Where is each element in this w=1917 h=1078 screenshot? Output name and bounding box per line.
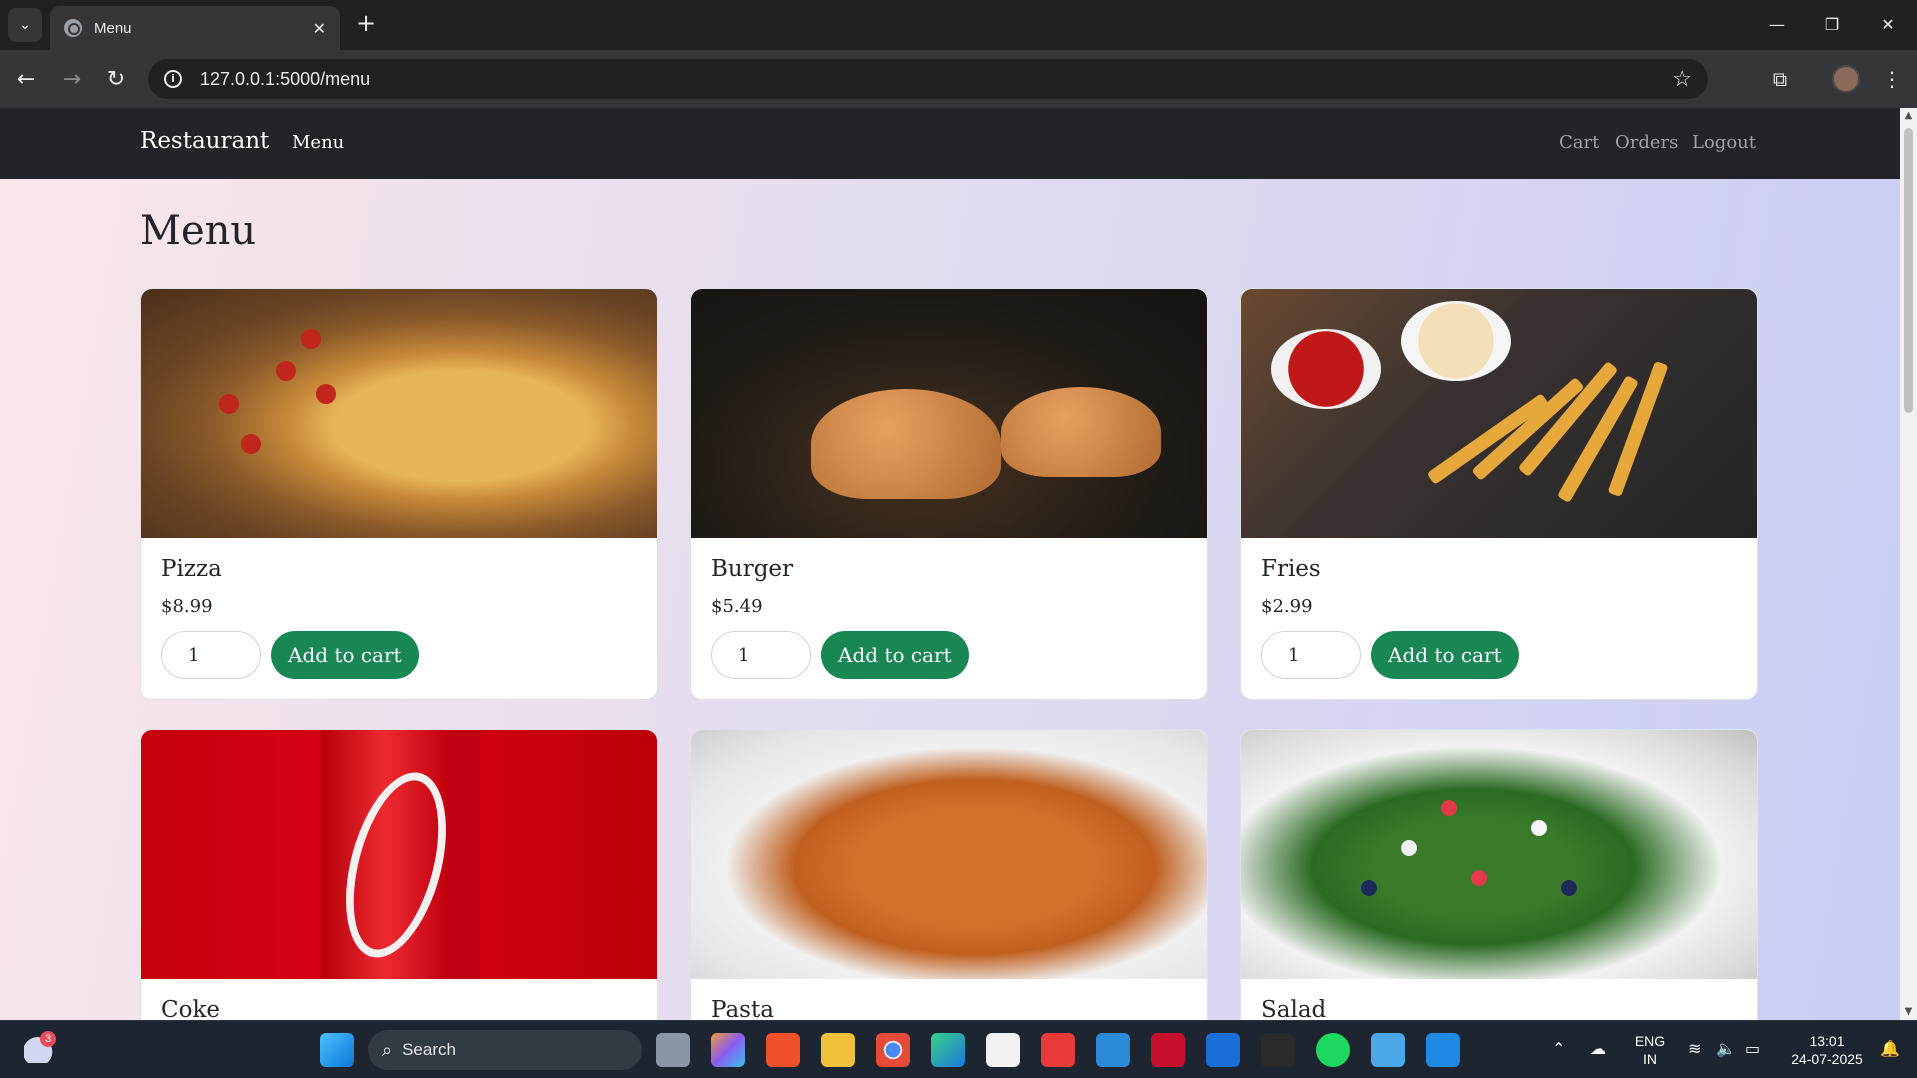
kebab-menu-icon[interactable]: ⋮	[1876, 63, 1908, 95]
salad-image	[1241, 730, 1757, 979]
microsoft-store-icon[interactable]	[986, 1033, 1020, 1067]
pasta-image	[691, 730, 1207, 979]
menu-card-salad: Salad	[1240, 729, 1758, 1020]
navbar-brand[interactable]: Restaurant	[140, 128, 269, 154]
new-tab-button[interactable]: +	[352, 10, 380, 38]
wifi-icon[interactable]: ≋	[1688, 1039, 1701, 1058]
tab-close-icon[interactable]: ✕	[313, 19, 326, 38]
region-code: IN	[1643, 1051, 1657, 1067]
item-name: Pasta	[711, 997, 774, 1020]
copilot-icon[interactable]	[711, 1033, 745, 1067]
weather-badge: 3	[40, 1031, 56, 1047]
clock[interactable]: 13:01 24-07-2025	[1782, 1032, 1872, 1068]
item-price: $8.99	[161, 596, 213, 617]
quantity-input[interactable]	[711, 631, 811, 679]
reload-icon[interactable]: ↻	[100, 63, 132, 95]
item-price: $5.49	[711, 596, 763, 617]
scroll-down-icon[interactable]: ▼	[1903, 1006, 1914, 1017]
scroll-up-icon[interactable]: ▲	[1903, 110, 1914, 121]
volume-icon[interactable]: 🔈	[1716, 1039, 1736, 1058]
file-explorer-icon[interactable]	[821, 1033, 855, 1067]
forward-arrow-icon[interactable]: →	[56, 63, 88, 95]
quantity-input[interactable]	[1261, 631, 1361, 679]
site-navbar: Restaurant Menu Cart Orders Logout	[0, 108, 1900, 179]
browser-tab-menu[interactable]: Menu ✕	[50, 6, 340, 50]
epic-games-icon[interactable]	[1261, 1033, 1295, 1067]
site-info-icon[interactable]: i	[164, 70, 182, 88]
browser-toolbar: ← → ↻ i 127.0.0.1:5000/menu ☆ ⧉ ⋮	[0, 50, 1917, 108]
notepad-icon[interactable]	[1371, 1033, 1405, 1067]
browser-tab-strip: ⌄ Menu ✕ + — ❐ ✕	[0, 0, 1917, 50]
quantity-input[interactable]	[161, 631, 261, 679]
task-view-icon[interactable]	[656, 1033, 690, 1067]
item-name: Burger	[711, 556, 794, 582]
menu-card-coke: Coke	[140, 729, 658, 1020]
minimize-icon[interactable]: —	[1757, 8, 1797, 40]
taskbar-search-box[interactable]: ⌕ Search	[368, 1030, 642, 1070]
scroll-thumb[interactable]	[1904, 128, 1913, 413]
address-bar[interactable]: i 127.0.0.1:5000/menu ☆	[148, 59, 1708, 99]
edge-icon[interactable]	[931, 1033, 965, 1067]
help-app-icon[interactable]	[1096, 1033, 1130, 1067]
nav-link-logout[interactable]: Logout	[1692, 132, 1756, 153]
battery-icon[interactable]: ▭	[1745, 1039, 1760, 1058]
nav-link-menu[interactable]: Menu	[292, 132, 344, 153]
item-name: Coke	[161, 997, 220, 1020]
windows-taskbar: 3 ⌕ Search ⌃ ☁ ENG IN ≋ 🔈 ▭ 13:01 24-07-…	[0, 1020, 1917, 1078]
menu-card-pasta: Pasta	[690, 729, 1208, 1020]
chrome-icon[interactable]	[876, 1033, 910, 1067]
page-title: Menu	[140, 208, 257, 254]
windows-start-icon[interactable]	[320, 1033, 354, 1067]
add-to-cart-button[interactable]: Add to cart	[1371, 631, 1519, 679]
close-window-icon[interactable]: ✕	[1868, 8, 1908, 40]
item-price: $2.99	[1261, 596, 1313, 617]
profile-avatar[interactable]	[1832, 65, 1860, 93]
item-name: Fries	[1261, 556, 1321, 582]
vscode-icon[interactable]	[1426, 1033, 1460, 1067]
burger-image	[691, 289, 1207, 538]
fries-image	[1241, 289, 1757, 538]
extensions-icon[interactable]: ⧉	[1764, 63, 1796, 95]
url-text[interactable]: 127.0.0.1:5000/menu	[200, 69, 1672, 90]
taskbar-search-label: Search	[402, 1040, 456, 1059]
page-viewport: Restaurant Menu Cart Orders Logout Menu …	[0, 108, 1917, 1020]
search-icon: ⌕	[382, 1039, 393, 1061]
nav-link-cart[interactable]: Cart	[1559, 132, 1599, 153]
globe-icon	[64, 19, 82, 37]
menu-card-fries: Fries $2.99 Add to cart	[1240, 288, 1758, 700]
pizza-image	[141, 289, 657, 538]
coke-image	[141, 730, 657, 979]
language-code: ENG	[1634, 1033, 1666, 1049]
tab-title: Menu	[94, 19, 132, 37]
outlook-icon[interactable]	[1206, 1033, 1240, 1067]
spotify-icon[interactable]	[1316, 1033, 1350, 1067]
restore-icon[interactable]: ❐	[1812, 8, 1852, 40]
brave-browser-icon[interactable]	[766, 1033, 800, 1067]
back-arrow-icon[interactable]: ←	[10, 63, 42, 95]
item-name: Salad	[1261, 997, 1327, 1020]
menu-card-burger: Burger $5.49 Add to cart	[690, 288, 1208, 700]
mcafee-icon[interactable]	[1151, 1033, 1185, 1067]
page-scrollbar[interactable]: ▲ ▼	[1900, 108, 1917, 1020]
nav-link-orders[interactable]: Orders	[1615, 132, 1678, 153]
clock-date: 24-07-2025	[1791, 1051, 1863, 1067]
item-name: Pizza	[161, 556, 222, 582]
clock-time: 13:01	[1809, 1033, 1845, 1049]
menu-card-pizza: Pizza $8.99 Add to cart	[140, 288, 658, 700]
onedrive-icon[interactable]: ☁	[1590, 1039, 1606, 1058]
red-diamond-app-icon[interactable]	[1041, 1033, 1075, 1067]
chevron-up-icon[interactable]: ⌃	[1552, 1039, 1565, 1058]
add-to-cart-button[interactable]: Add to cart	[271, 631, 419, 679]
tab-search-button[interactable]: ⌄	[8, 8, 42, 42]
add-to-cart-button[interactable]: Add to cart	[821, 631, 969, 679]
notification-bell-icon[interactable]: 🔔	[1880, 1039, 1900, 1058]
language-indicator[interactable]: ENG IN	[1632, 1032, 1668, 1068]
bookmark-star-icon[interactable]: ☆	[1672, 66, 1692, 92]
